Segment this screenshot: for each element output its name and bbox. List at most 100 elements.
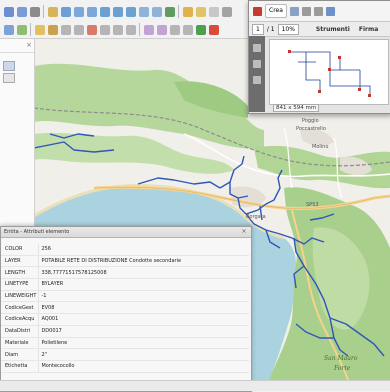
attr-key: Materiale (1, 337, 39, 350)
attr-value: 256 (38, 244, 249, 256)
save-project-icon[interactable] (16, 6, 27, 17)
map-label-borgata: Borgata (246, 214, 266, 220)
table-row[interactable]: DataDistri DD0017 (1, 325, 249, 338)
separator (139, 23, 140, 36)
add-feature-icon[interactable] (60, 24, 71, 35)
zoom-next-icon[interactable] (151, 6, 162, 17)
zoom-in-icon[interactable] (73, 6, 84, 17)
deselect-icon[interactable] (208, 6, 219, 17)
layer-item-icon[interactable] (3, 73, 15, 83)
pdf-page-total: / 1 (266, 25, 275, 33)
print-icon[interactable] (29, 6, 40, 17)
pdf-page-drawing (288, 50, 371, 97)
attr-key: CodiceGest (1, 301, 39, 315)
attr-value: Polietilene (38, 337, 249, 350)
plugin-icon[interactable] (195, 24, 206, 35)
attr-key: LENGTH (1, 266, 39, 280)
table-row[interactable]: CodiceGest EV08 (1, 301, 249, 315)
table-row[interactable]: Materiale Polietilene (1, 337, 249, 350)
table-row[interactable]: LENGTH 338,77771517578125008 (1, 266, 249, 280)
attr-value: BYLAYER (38, 278, 249, 291)
map-label-san-mauro: San Mauro (324, 355, 358, 362)
map-label-poccastrello: Poccastrello (296, 126, 326, 132)
attr-value: EV08 (38, 301, 249, 315)
edit-icon[interactable] (34, 24, 45, 35)
attr-value: 2" (38, 348, 249, 361)
pan-icon[interactable] (47, 6, 58, 17)
pdf-sign-tab[interactable]: Firma (359, 26, 378, 33)
zoom-selection-icon[interactable] (112, 6, 123, 17)
pdf-page-input[interactable]: 1 (252, 23, 264, 35)
pdf-save-icon[interactable] (301, 6, 311, 16)
label-icon[interactable] (143, 24, 154, 35)
copy-features-icon[interactable] (112, 24, 123, 35)
map-label-sp53: SP53 (306, 202, 319, 208)
zoom-out-icon[interactable] (86, 6, 97, 17)
add-vector-layer-icon[interactable] (3, 24, 14, 35)
label-rotate-icon[interactable] (182, 24, 193, 35)
close-icon[interactable]: × (26, 41, 34, 49)
pdf-signatures-icon[interactable] (253, 76, 261, 84)
attr-value: POTABILE RETE DI DISTRIBUZIONE Condotte … (38, 255, 249, 268)
select-features-icon[interactable] (195, 6, 206, 17)
pdf-page-size: 841 x 594 mm (273, 104, 320, 112)
pdf-create-button[interactable]: Crea (265, 4, 287, 18)
table-row[interactable]: LAYER POTABILE RETE DI DISTRIBUZIONE Cond… (1, 255, 249, 268)
layer-group-icon[interactable] (3, 61, 15, 71)
pdf-email-icon[interactable] (325, 6, 335, 16)
toolbar-row-2 (2, 20, 220, 39)
attr-key: DataDistri (1, 325, 39, 338)
label-pin-icon[interactable] (156, 24, 167, 35)
layers-panel-header: × (0, 38, 34, 53)
refresh-icon[interactable] (164, 6, 175, 17)
attributes-panel-title: Entita - Attributi elemento (1, 227, 251, 238)
feature-attributes-panel[interactable]: Entita - Attributi elemento × COLOR 256 L… (0, 226, 252, 392)
digitize-icon[interactable] (47, 24, 58, 35)
pan-to-selection-icon[interactable] (60, 6, 71, 17)
table-row[interactable]: LINEWEIGHT -1 (1, 290, 249, 303)
python-icon[interactable] (208, 24, 219, 35)
attr-key: Etichetta (1, 360, 39, 373)
attr-value: Montecocollo (38, 360, 249, 373)
separator (43, 5, 44, 18)
pdf-print-icon[interactable] (313, 6, 323, 16)
attr-value: AQ001 (38, 313, 249, 326)
measure-icon[interactable] (221, 6, 232, 17)
table-row[interactable]: COLOR 256 (1, 244, 249, 256)
paste-features-icon[interactable] (125, 24, 136, 35)
attr-value: -1 (38, 290, 249, 303)
pdf-page[interactable] (269, 39, 389, 105)
pdf-open-icon[interactable] (289, 6, 299, 16)
zoom-layer-icon[interactable] (125, 6, 136, 17)
pdf-zoom-select[interactable]: 10% (277, 23, 299, 35)
zoom-last-icon[interactable] (138, 6, 149, 17)
label-move-icon[interactable] (169, 24, 180, 35)
map-label-poggio: Poggio (302, 118, 319, 124)
pdf-viewer-window[interactable]: Crea 1 / 1 10% Strumenti Firma 841 x 594… (248, 0, 390, 114)
identify-icon[interactable] (182, 6, 193, 17)
attr-key: CodiceAcqu (1, 313, 39, 326)
table-row[interactable]: Diam 2" (1, 348, 249, 361)
status-bar (0, 380, 390, 391)
add-raster-layer-icon[interactable] (16, 24, 27, 35)
close-icon[interactable]: × (240, 228, 248, 235)
map-label-forte: Forte (333, 365, 351, 372)
cut-features-icon[interactable] (99, 24, 110, 35)
attr-key: LAYER (1, 255, 39, 268)
attr-key: Diam (1, 348, 39, 361)
attributes-table: COLOR 256 LAYER POTABILE RETE DI DISTRIBUZ… (1, 244, 249, 373)
move-feature-icon[interactable] (73, 24, 84, 35)
pdf-attachments-icon[interactable] (253, 60, 261, 68)
delete-selected-icon[interactable] (86, 24, 97, 35)
attr-key: LINEWEIGHT (1, 290, 39, 303)
table-row[interactable]: Etichetta Montecocollo (1, 360, 249, 373)
open-project-icon[interactable] (3, 6, 14, 17)
zoom-full-icon[interactable] (99, 6, 110, 17)
table-row[interactable]: CodiceAcqu AQ001 (1, 313, 249, 326)
separator (30, 23, 31, 36)
table-row[interactable]: LINETYPE BYLAYER (1, 278, 249, 291)
attr-value: 338,77771517578125008 (38, 266, 249, 280)
map-label-molino: Molino (312, 144, 328, 150)
pdf-pages-icon[interactable] (253, 44, 261, 52)
pdf-tools-tab[interactable]: Strumenti (316, 26, 350, 33)
